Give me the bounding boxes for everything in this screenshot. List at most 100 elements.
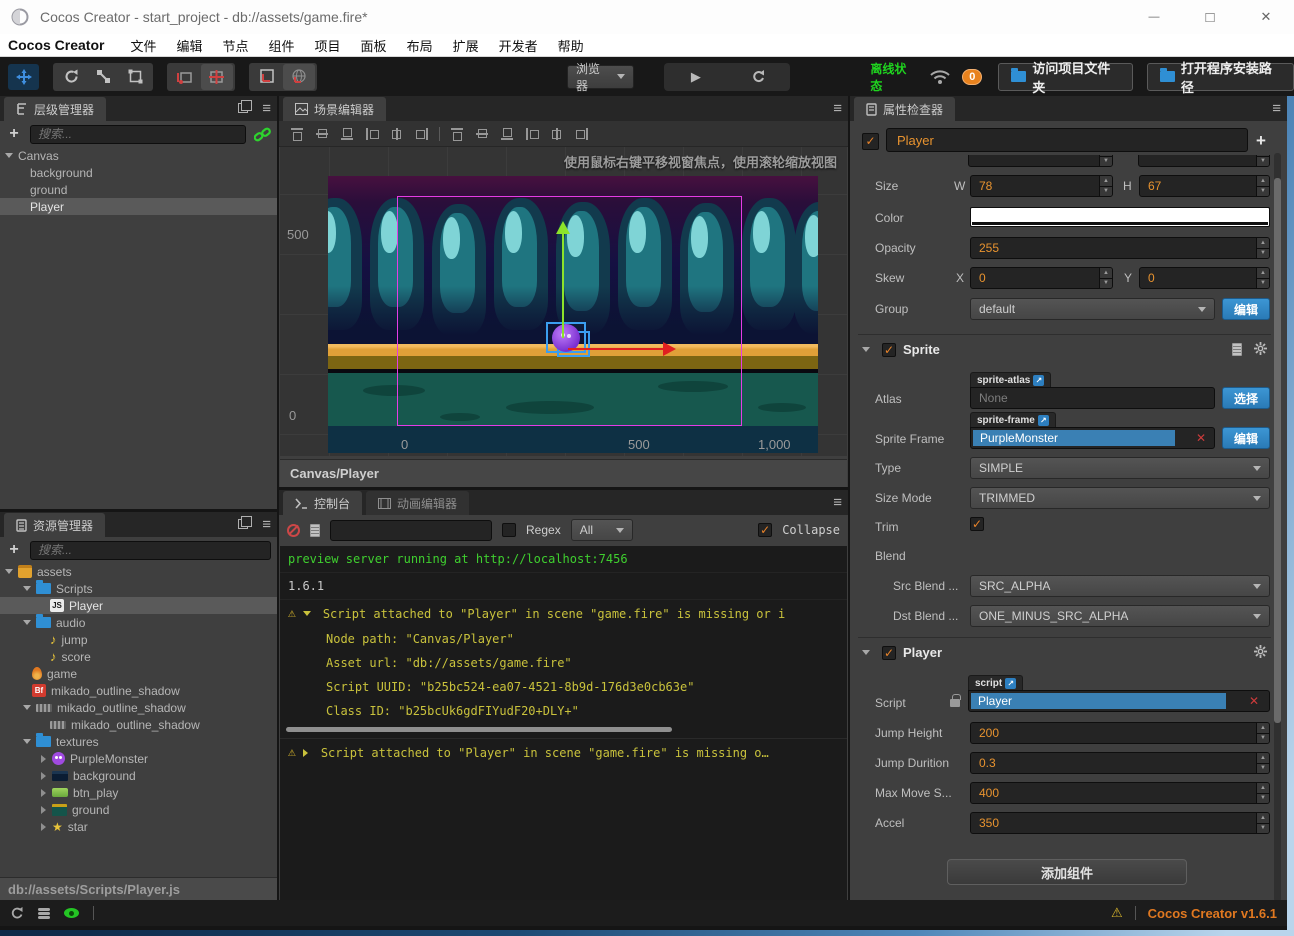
preview-target-dropdown[interactable]: 浏览器 bbox=[567, 65, 634, 89]
gizmo-y-axis[interactable] bbox=[562, 233, 564, 338]
clear-script-icon[interactable] bbox=[1249, 691, 1259, 711]
horizontal-scrollbar[interactable] bbox=[286, 727, 672, 732]
console-log-area[interactable]: preview server running at http://localho… bbox=[280, 546, 847, 903]
script-field[interactable]: Player bbox=[968, 690, 1270, 712]
database-icon[interactable] bbox=[38, 908, 50, 911]
asset-assets-root[interactable]: assets bbox=[0, 563, 277, 580]
console-filter-input[interactable] bbox=[330, 520, 492, 541]
assets-search-input[interactable] bbox=[30, 541, 271, 560]
asset-audio-folder[interactable]: audio bbox=[0, 614, 277, 631]
panel-menu-icon[interactable] bbox=[833, 494, 842, 511]
asset-game-scene[interactable]: game bbox=[0, 665, 277, 682]
clear-console-icon[interactable] bbox=[287, 524, 300, 537]
spriteframe-field[interactable]: PurpleMonster bbox=[970, 427, 1215, 449]
color-swatch[interactable] bbox=[970, 207, 1270, 227]
gear-icon[interactable] bbox=[1254, 342, 1267, 355]
node-active-checkbox[interactable] bbox=[862, 129, 880, 153]
stepper[interactable] bbox=[1256, 753, 1269, 773]
skew-y-input[interactable]: 0 bbox=[1139, 267, 1270, 289]
caret-down-icon[interactable] bbox=[23, 620, 31, 625]
caret-down-icon[interactable] bbox=[862, 650, 870, 655]
tab-scene[interactable]: 场景编辑器 bbox=[283, 97, 386, 121]
menu-component[interactable]: 组件 bbox=[259, 34, 305, 57]
log-level-dropdown[interactable]: All bbox=[571, 519, 633, 541]
menu-developer[interactable]: 开发者 bbox=[489, 34, 548, 57]
sizemode-dropdown[interactable]: TRIMMED bbox=[970, 487, 1270, 509]
rotate-tool-button[interactable] bbox=[55, 64, 87, 90]
asset-purplemonster[interactable]: PurpleMonster bbox=[0, 750, 277, 767]
panel-menu-icon[interactable] bbox=[262, 516, 271, 533]
preview-eye-icon[interactable] bbox=[64, 908, 79, 918]
tab-inspector[interactable]: 属性检查器 bbox=[854, 97, 955, 121]
warning-icon[interactable] bbox=[1111, 905, 1123, 921]
pivot-position-button[interactable] bbox=[169, 64, 201, 90]
align-top-icon[interactable] bbox=[289, 126, 305, 142]
asset-ground[interactable]: ground bbox=[0, 801, 277, 818]
menu-extension[interactable]: 扩展 bbox=[443, 34, 489, 57]
caret-down-icon[interactable] bbox=[5, 153, 13, 158]
popout-icon[interactable] bbox=[238, 519, 248, 529]
trim-checkbox[interactable] bbox=[970, 517, 984, 531]
caret-right-icon[interactable] bbox=[41, 772, 46, 780]
menu-file[interactable]: 文件 bbox=[120, 34, 166, 57]
caret-down-icon[interactable] bbox=[303, 611, 311, 616]
maximize-button[interactable] bbox=[1182, 0, 1238, 34]
skew-x-input[interactable]: 0 bbox=[970, 267, 1113, 289]
pivot-anchor-button[interactable] bbox=[201, 64, 233, 90]
panel-menu-icon[interactable] bbox=[1272, 100, 1281, 117]
distribute-vcenter-icon[interactable] bbox=[474, 126, 490, 142]
stepper[interactable] bbox=[1256, 783, 1269, 803]
refresh-button[interactable] bbox=[727, 63, 790, 91]
rect-tool-button[interactable] bbox=[119, 64, 151, 90]
asset-font-spriteframe[interactable]: mikado_outline_shadow bbox=[0, 716, 277, 733]
inspector-scrollbar[interactable] bbox=[1274, 153, 1281, 902]
scene-viewport[interactable]: 使用鼠标右键平移视窗焦点，使用滚轮缩放视图 bbox=[280, 147, 847, 456]
align-left-icon[interactable] bbox=[364, 126, 380, 142]
menu-help[interactable]: 帮助 bbox=[548, 34, 594, 57]
node-background[interactable]: background bbox=[0, 164, 277, 181]
distribute-hcenter-icon[interactable] bbox=[549, 126, 565, 142]
stepper[interactable] bbox=[1256, 268, 1269, 288]
add-property-button[interactable]: + bbox=[1256, 131, 1266, 151]
menu-layout[interactable]: 布局 bbox=[397, 34, 443, 57]
hierarchy-search-input[interactable] bbox=[30, 125, 246, 144]
tab-console[interactable]: 控制台 bbox=[283, 491, 362, 515]
tab-animation-editor[interactable]: 动画编辑器 bbox=[366, 491, 469, 515]
scale-tool-button[interactable] bbox=[87, 64, 119, 90]
node-ground[interactable]: ground bbox=[0, 181, 277, 198]
log-warning-collapsed[interactable]: Script attached to "Player" in scene "ga… bbox=[280, 738, 847, 766]
asset-score-audio[interactable]: score bbox=[0, 648, 277, 665]
menu-node[interactable]: 节点 bbox=[213, 34, 259, 57]
caret-right-icon[interactable] bbox=[41, 823, 46, 831]
asset-jump-audio[interactable]: jump bbox=[0, 631, 277, 648]
close-button[interactable] bbox=[1238, 0, 1294, 34]
asset-btn-play[interactable]: btn_play bbox=[0, 784, 277, 801]
size-h-input[interactable]: 67 bbox=[1139, 175, 1270, 197]
player-section-header[interactable]: Player bbox=[862, 645, 942, 660]
world-coords-button[interactable] bbox=[283, 64, 315, 90]
open-install-path-button[interactable]: 打开程序安装路径 bbox=[1147, 63, 1294, 91]
asset-star[interactable]: star bbox=[0, 818, 277, 835]
notification-badge[interactable]: 0 bbox=[962, 69, 982, 85]
stepper[interactable] bbox=[1256, 813, 1269, 833]
asset-scripts-folder[interactable]: Scripts bbox=[0, 580, 277, 597]
sprite-section-header[interactable]: Sprite bbox=[862, 342, 940, 357]
caret-down-icon[interactable] bbox=[23, 705, 31, 710]
tab-hierarchy[interactable]: 层级管理器 bbox=[4, 97, 106, 121]
atlas-field[interactable]: None bbox=[970, 387, 1215, 409]
add-component-button[interactable]: 添加组件 bbox=[947, 859, 1187, 885]
open-project-folder-button[interactable]: 访问项目文件夹 bbox=[998, 63, 1133, 91]
size-w-input[interactable]: 78 bbox=[970, 175, 1113, 197]
clear-spriteframe-icon[interactable] bbox=[1196, 428, 1206, 448]
node-player[interactable]: Player bbox=[0, 198, 277, 215]
open-log-file-icon[interactable] bbox=[310, 524, 320, 537]
minimize-button[interactable] bbox=[1126, 0, 1182, 34]
opacity-input[interactable]: 255 bbox=[970, 237, 1270, 259]
external-link-icon[interactable] bbox=[1038, 415, 1049, 426]
link-icon[interactable] bbox=[254, 127, 271, 142]
asset-background[interactable]: background bbox=[0, 767, 277, 784]
jump-height-input[interactable]: 200 bbox=[970, 722, 1270, 744]
stepper[interactable] bbox=[1099, 176, 1112, 196]
distribute-top-icon[interactable] bbox=[449, 126, 465, 142]
max-move-input[interactable]: 400 bbox=[970, 782, 1270, 804]
